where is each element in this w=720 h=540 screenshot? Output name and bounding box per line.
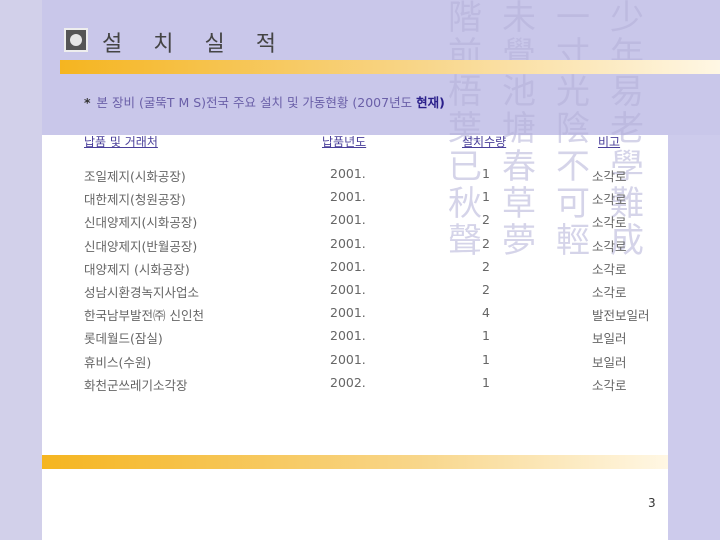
cell-quantity: 2 <box>482 281 490 297</box>
cell-year: 2001. <box>330 258 366 274</box>
cell-remarks: 보일러 <box>592 354 627 370</box>
cell-customer: 휴비스(수원) <box>84 354 152 370</box>
cell-customer: 화천군쓰레기소각장 <box>84 377 188 393</box>
table-row: 신대양제지(시화공장) 2001. 2 소각로 <box>84 212 654 235</box>
table-row: 화천군쓰레기소각장 2002. 1 소각로 <box>84 375 654 398</box>
right-decor-band <box>668 135 720 540</box>
cell-customer: 대한제지(청원공장) <box>84 192 186 208</box>
cell-customer: 조일제지(시화공장) <box>84 169 186 184</box>
cell-customer: 신대양제지(반월공장) <box>84 238 198 254</box>
cell-quantity: 1 <box>482 328 490 344</box>
table-row: 조일제지(시화공장) 2001. 1 소각로 <box>84 166 654 189</box>
cell-quantity: 2 <box>482 212 490 228</box>
header-quantity: 설치수량 <box>462 135 507 149</box>
table-row: 대한제지(청원공장) 2001. 1 소각로 <box>84 189 654 212</box>
note-highlight: 현재) <box>416 95 445 110</box>
cell-remarks: 소각로 <box>592 261 627 277</box>
table-row: 휴비스(수원) 2001. 1 보일러 <box>84 352 654 375</box>
table-row: 한국남부발전㈜ 신인천 2001. 4 발전보일러 <box>84 305 654 328</box>
table-row: 롯데월드(잠실) 2001. 1 보일러 <box>84 328 654 351</box>
cell-year: 2001. <box>330 212 366 228</box>
cell-quantity: 1 <box>482 166 490 181</box>
table-header: 납품 및 거래처 납품년도 설치수량 비고 <box>84 133 654 151</box>
page-number: 3 <box>648 496 656 510</box>
header-customer: 납품 및 거래처 <box>84 135 158 149</box>
table-row: 대양제지 (시화공장) 2001. 2 소각로 <box>84 259 654 282</box>
intro-note: * 본 장비 (굴뚝T M S)전국 주요 설치 및 가동현황 (2007년도 … <box>84 92 445 111</box>
table-row: 신대양제지(반월공장) 2001. 2 소각로 <box>84 236 654 259</box>
cell-customer: 신대양제지(시화공장) <box>84 215 198 231</box>
cell-year: 2001. <box>330 351 366 367</box>
table-body: 조일제지(시화공장) 2001. 1 소각로 대한제지(청원공장) 2001. 1 소각로 신대… <box>84 166 654 398</box>
left-decor-band <box>0 0 42 540</box>
cell-year: 2001. <box>330 166 366 181</box>
cell-year: 2001. <box>330 281 366 297</box>
top-accent-bar <box>60 60 720 74</box>
header-year: 납품년도 <box>322 135 367 149</box>
cell-remarks: 소각로 <box>592 238 627 254</box>
note-text: 본 장비 (굴뚝T M S)전국 주요 설치 및 가동현황 (2007년도 <box>96 95 417 110</box>
cell-year: 2001. <box>330 235 366 251</box>
cell-year: 2001. <box>330 305 366 321</box>
cell-customer: 성남시환경녹지사업소 <box>84 284 200 300</box>
header-remarks: 비고 <box>598 135 621 149</box>
table-row: 성남시환경녹지사업소 2001. 2 소각로 <box>84 282 654 305</box>
cell-remarks: 소각로 <box>592 169 627 184</box>
cell-quantity: 4 <box>482 305 490 321</box>
cell-quantity: 2 <box>482 235 490 251</box>
cell-remarks: 소각로 <box>592 215 627 231</box>
note-bullet: * <box>84 95 91 110</box>
cell-customer: 대양제지 (시화공장) <box>84 261 190 277</box>
cell-quantity: 1 <box>482 351 490 367</box>
cell-customer: 한국남부발전㈜ 신인천 <box>84 308 204 324</box>
cell-remarks: 보일러 <box>592 331 627 347</box>
cell-year: 2001. <box>330 189 366 205</box>
cell-customer: 롯데월드(잠실) <box>84 331 163 347</box>
cell-remarks: 소각로 <box>592 377 627 393</box>
cell-remarks: 소각로 <box>592 284 627 300</box>
cell-year: 2001. <box>330 328 366 344</box>
bottom-accent-bar <box>42 455 668 469</box>
cell-year: 2002. <box>330 374 366 390</box>
cell-quantity: 2 <box>482 258 490 274</box>
cell-remarks: 발전보일러 <box>592 308 650 324</box>
cell-remarks: 소각로 <box>592 192 627 208</box>
cell-quantity: 1 <box>482 189 490 205</box>
title-bullet-icon <box>64 28 88 52</box>
slide-title: 설 치 실 적 <box>102 32 288 57</box>
cell-quantity: 1 <box>482 374 490 390</box>
